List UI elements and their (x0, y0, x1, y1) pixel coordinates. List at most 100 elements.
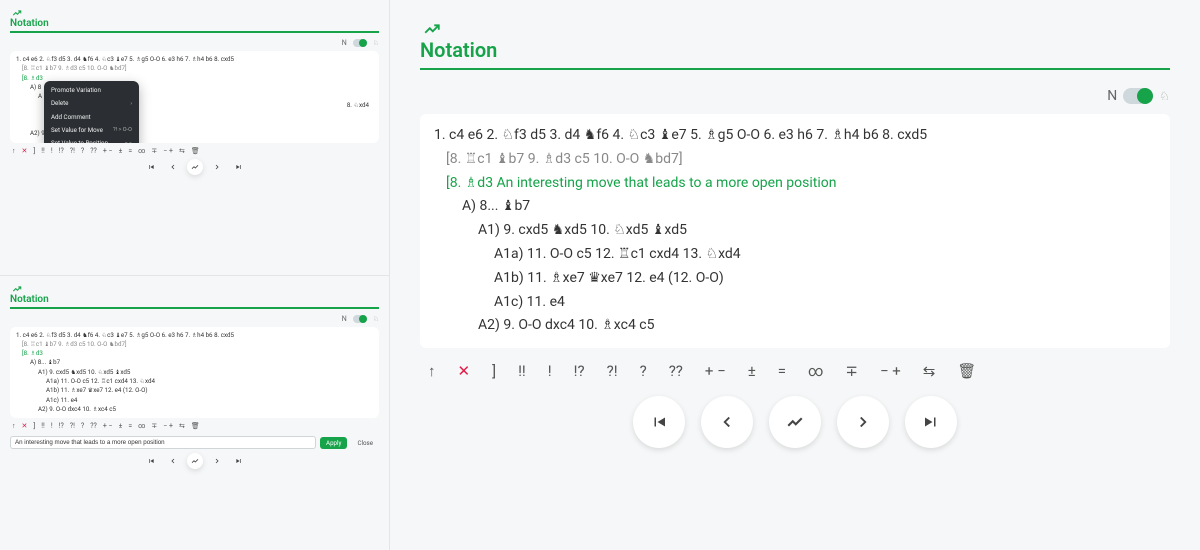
anno-minus-plus[interactable]: − + (880, 362, 901, 380)
anno-minus-plus-sign[interactable]: ∓ (845, 362, 858, 380)
anno-plus-minus-sign[interactable]: ± (748, 362, 756, 380)
anno-x[interactable]: ✕ (458, 362, 471, 380)
ctx-promote-variation[interactable]: Promote Variation (44, 84, 139, 97)
apply-button[interactable]: Apply (320, 437, 347, 449)
last-button[interactable] (905, 396, 957, 448)
last-button[interactable] (231, 159, 247, 175)
anno-up[interactable]: ↑ (12, 147, 16, 155)
anno-q-excl[interactable]: ?! (70, 147, 75, 155)
first-button[interactable] (143, 159, 159, 175)
anno-inf[interactable]: ∞ (138, 147, 145, 155)
move-A[interactable]: A) 8... ♝b7 (434, 195, 1156, 219)
anno-excl[interactable]: ! (548, 362, 552, 380)
anno-dbl-q[interactable]: ?? (90, 147, 97, 155)
anno-inf[interactable]: ∞ (138, 422, 145, 430)
anno-excl[interactable]: ! (51, 147, 53, 155)
notation-box: 1. c4 e6 2. ♘f3 d5 3. d4 ♞f6 4. ♘c3 ♝e7 … (10, 51, 379, 143)
anno-trash[interactable]: 🗑 (957, 362, 976, 380)
prev-button[interactable] (165, 453, 181, 469)
anno-up[interactable]: ↑ (428, 362, 436, 380)
move-A1b[interactable]: A1b) 11. ♗xe7 ♛xe7 12. e4 (12. O-O) (16, 386, 373, 395)
move-A1[interactable]: A1) 9. cxd5 ♞xd5 10. ♘xd5 ♝xd5 (434, 219, 1156, 243)
move-A[interactable]: A) 8... ♝b7 (16, 358, 373, 367)
toggle-label: N (342, 315, 347, 323)
anno-minus-plus[interactable]: − + (163, 147, 173, 155)
anno-q-excl[interactable]: ?! (607, 362, 618, 380)
move-A2[interactable]: A2) 9. O-O dxc4 10. ♗xc4 c5 (16, 405, 373, 414)
move-A2[interactable]: A2) 9. O-O dxc4 10. ♗xc4 c5 (434, 314, 1156, 338)
anno-dbl-excl[interactable]: !! (41, 422, 45, 430)
anno-dbl-excl[interactable]: !! (41, 147, 45, 155)
anno-plus-minus-sign[interactable]: ± (119, 147, 123, 155)
anno-inf[interactable]: ∞ (808, 362, 823, 380)
move-A1[interactable]: A1) 9. cxd5 ♞xd5 10. ♘xd5 ♝xd5 (16, 368, 373, 377)
anno-minus-plus-sign[interactable]: ∓ (151, 147, 157, 155)
anno-plus-minus[interactable]: + − (705, 362, 726, 380)
anno-minus-plus[interactable]: − + (163, 422, 173, 430)
anno-dbl-q[interactable]: ?? (90, 422, 97, 430)
anno-q[interactable]: ? (81, 422, 84, 430)
anno-bracket[interactable]: ] (33, 422, 35, 430)
anno-excl-q[interactable]: !? (574, 362, 585, 380)
anno-up[interactable]: ↑ (12, 422, 16, 430)
next-button[interactable] (209, 453, 225, 469)
next-button[interactable] (209, 159, 225, 175)
anno-plus-minus[interactable]: + − (103, 422, 113, 430)
ctx-set-value-move[interactable]: Set Value for Move?! > O-O (44, 124, 139, 137)
ctx-add-comment[interactable]: Add Comment (44, 111, 139, 124)
ctx-delete[interactable]: Delete› (44, 97, 139, 110)
move-main[interactable]: 1. c4 e6 2. ♘f3 d5 3. d4 ♞f6 4. ♘c3 ♝e7 … (16, 331, 373, 340)
anno-bracket[interactable]: ] (33, 147, 35, 155)
first-button[interactable] (633, 396, 685, 448)
move-var1[interactable]: [8. ♖c1 ♝b7 9. ♗d3 c5 10. O-O ♞bd7] (434, 148, 1156, 172)
move-main[interactable]: 1. c4 e6 2. ♘f3 d5 3. d4 ♞f6 4. ♘c3 ♝e7 … (16, 55, 373, 64)
anno-q[interactable]: ? (81, 147, 84, 155)
move-A1c[interactable]: A1c) 11. e4 (16, 396, 373, 405)
move-A1a[interactable]: A1a) 11. O-O c5 12. ♖c1 cxd4 13. ♘xd4 (16, 377, 373, 386)
anno-x[interactable]: ✕ (22, 422, 28, 430)
anno-trash[interactable]: 🗑 (191, 422, 200, 430)
analysis-button[interactable] (187, 453, 203, 469)
anno-dbl-excl[interactable]: !! (518, 362, 526, 380)
next-button[interactable] (837, 396, 889, 448)
toggle-label: N (342, 39, 347, 47)
first-button[interactable] (143, 453, 159, 469)
analysis-button[interactable] (769, 396, 821, 448)
move-A1a[interactable]: A1a) 11. O-O c5 12. ♖c1 cxd4 13. ♘xd4 (434, 243, 1156, 267)
move-var1[interactable]: [8. ♖c1 ♝b7 9. ♗d3 c5 10. O-O ♞bd7] (16, 340, 373, 349)
anno-eq[interactable]: = (778, 362, 786, 380)
prev-button[interactable] (165, 159, 181, 175)
notation-toggle[interactable] (1123, 88, 1153, 104)
notation-toggle[interactable] (353, 39, 367, 47)
notation-toggle[interactable] (353, 315, 367, 323)
anno-eq[interactable]: = (128, 422, 132, 430)
last-button[interactable] (231, 453, 247, 469)
anno-dbl-q[interactable]: ?? (669, 362, 683, 380)
anno-plus-minus[interactable]: + − (103, 147, 113, 155)
anno-q-excl[interactable]: ?! (70, 422, 75, 430)
comment-input[interactable] (10, 436, 316, 449)
close-button[interactable]: Close (351, 437, 379, 449)
anno-trash[interactable]: 🗑 (191, 147, 200, 155)
anno-eq[interactable]: = (128, 147, 132, 155)
ctx-set-value-position[interactable]: Set Value to Position= > (44, 137, 139, 142)
move-var1[interactable]: [8. ♖c1 ♝b7 9. ♗d3 c5 10. O-O ♞bd7] (16, 64, 373, 73)
anno-bracket[interactable]: ] (492, 362, 496, 380)
anno-swap[interactable]: ⇆ (923, 362, 936, 380)
anno-x[interactable]: ✕ (22, 147, 28, 155)
anno-excl-q[interactable]: !? (59, 422, 64, 430)
anno-excl[interactable]: ! (51, 422, 53, 430)
anno-swap[interactable]: ⇆ (179, 422, 185, 430)
move-main[interactable]: 1. c4 e6 2. ♘f3 d5 3. d4 ♞f6 4. ♘c3 ♝e7 … (434, 124, 1156, 148)
anno-plus-minus-sign[interactable]: ± (119, 422, 123, 430)
move-A1b[interactable]: A1b) 11. ♗xe7 ♛xe7 12. e4 (12. O-O) (434, 267, 1156, 291)
anno-minus-plus-sign[interactable]: ∓ (151, 422, 157, 430)
anno-swap[interactable]: ⇆ (179, 147, 185, 155)
anno-excl-q[interactable]: !? (59, 147, 64, 155)
anno-q[interactable]: ? (640, 362, 647, 380)
move-var2[interactable]: [8. ♗d3 (16, 349, 373, 358)
analysis-button[interactable] (187, 159, 203, 175)
move-var2[interactable]: [8. ♗d3 An interesting move that leads t… (434, 172, 1156, 196)
move-A1c[interactable]: A1c) 11. e4 (434, 291, 1156, 315)
prev-button[interactable] (701, 396, 753, 448)
